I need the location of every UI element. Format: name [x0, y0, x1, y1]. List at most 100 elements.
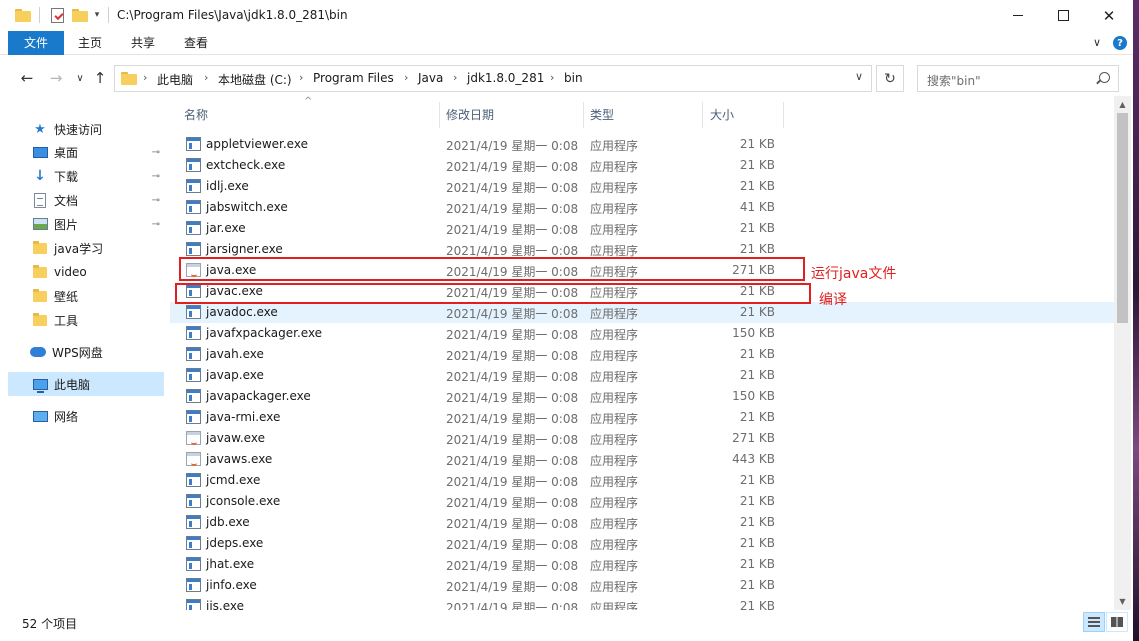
column-divider[interactable] [583, 102, 584, 128]
sidebar-item-this-pc[interactable]: 此电脑 [8, 372, 164, 396]
breadcrumb-local-disk[interactable]: 本地磁盘 (C:) [218, 71, 292, 88]
column-header-date[interactable]: 修改日期 [446, 102, 584, 128]
properties-icon[interactable] [48, 6, 66, 24]
table-row[interactable]: javap.exe 2021/4/19 星期一 0:08 应用程序 21 KB [170, 365, 1114, 386]
recent-locations-button[interactable]: ∨ [69, 66, 91, 90]
scroll-up-icon[interactable]: ▲ [1114, 96, 1131, 113]
scroll-down-icon[interactable]: ▼ [1114, 593, 1131, 610]
column-header-name[interactable]: 名称 [184, 102, 440, 128]
file-size: 21 KB [739, 179, 775, 193]
chevron-right-icon[interactable]: › [204, 71, 208, 84]
table-row[interactable]: javaws.exe 2021/4/19 星期一 0:08 应用程序 443 KB [170, 449, 1114, 470]
table-row[interactable]: idlj.exe 2021/4/19 星期一 0:08 应用程序 21 KB [170, 176, 1114, 197]
table-row[interactable]: jcmd.exe 2021/4/19 星期一 0:08 应用程序 21 KB [170, 470, 1114, 491]
sidebar-item-quick-access[interactable]: ★ 快速访问 [8, 117, 164, 141]
exe-icon [186, 221, 201, 235]
window-title: C:\Program Files\Java\jdk1.8.0_281\bin [117, 8, 348, 22]
table-row[interactable]: jinfo.exe 2021/4/19 星期一 0:08 应用程序 21 KB [170, 575, 1114, 596]
file-date: 2021/4/19 星期一 0:08 [446, 454, 579, 468]
column-header-size[interactable]: 大小 [710, 102, 780, 128]
sidebar-item-tools[interactable]: 工具 [8, 308, 164, 332]
forward-button[interactable]: → [45, 66, 67, 90]
desktop-icon [32, 144, 48, 160]
table-row[interactable]: javaw.exe 2021/4/19 星期一 0:08 应用程序 271 KB [170, 428, 1114, 449]
refresh-button[interactable]: ↻ [876, 65, 904, 92]
table-row[interactable]: jdb.exe 2021/4/19 星期一 0:08 应用程序 21 KB [170, 512, 1114, 533]
customize-quick-access-icon[interactable]: ▾ [90, 6, 104, 24]
address-dropdown-icon[interactable]: ∨ [855, 70, 863, 83]
scrollbar-thumb[interactable] [1117, 113, 1128, 323]
pin-icon: ⊸ [151, 218, 160, 230]
expand-ribbon-icon[interactable]: ∨ [1093, 36, 1101, 49]
search-input[interactable]: 搜索"bin" [917, 65, 1119, 92]
minimize-button[interactable] [995, 0, 1041, 31]
tab-home[interactable]: 主页 [70, 31, 110, 55]
close-button[interactable]: ✕ [1086, 0, 1132, 31]
table-row[interactable]: javah.exe 2021/4/19 星期一 0:08 应用程序 21 KB [170, 344, 1114, 365]
folder-icon [32, 288, 48, 304]
chevron-right-icon[interactable]: › [143, 71, 147, 84]
table-row[interactable]: appletviewer.exe 2021/4/19 星期一 0:08 应用程序 21… [170, 134, 1114, 155]
tab-file[interactable]: 文件 [8, 31, 64, 55]
new-folder-icon[interactable] [71, 6, 89, 24]
sidebar-item-documents[interactable]: 文档 ⊸ [8, 188, 164, 212]
maximize-button[interactable] [1040, 0, 1086, 31]
sidebar-item-downloads[interactable]: ↓ 下载 ⊸ [8, 164, 164, 188]
table-row[interactable]: javadoc.exe 2021/4/19 星期一 0:08 应用程序 21 KB [170, 302, 1114, 323]
annotation-compile: 编译 [819, 292, 847, 308]
sidebar-item-wps-cloud[interactable]: WPS网盘 [8, 340, 164, 364]
table-row[interactable]: jar.exe 2021/4/19 星期一 0:08 应用程序 21 KB [170, 218, 1114, 239]
search-icon[interactable] [1099, 72, 1110, 83]
sidebar-item-java-study[interactable]: java学习 [8, 236, 164, 260]
address-bar[interactable]: › 此电脑 › 本地磁盘 (C:) › Program Files › Java… [114, 65, 872, 92]
sidebar-item-label: 壁纸 [54, 289, 79, 304]
column-header-type[interactable]: 类型 [590, 102, 700, 128]
column-divider[interactable] [783, 102, 784, 128]
vertical-scrollbar[interactable]: ▲ ▼ [1114, 96, 1131, 610]
ribbon-tabs: 文件 主页 共享 查看 ∨ ? [0, 31, 1133, 55]
up-button[interactable]: ↑ [89, 66, 111, 90]
table-row[interactable]: extcheck.exe 2021/4/19 星期一 0:08 应用程序 21 KB [170, 155, 1114, 176]
table-row[interactable]: javapackager.exe 2021/4/19 星期一 0:08 应用程序 15… [170, 386, 1114, 407]
table-row[interactable]: jdeps.exe 2021/4/19 星期一 0:08 应用程序 21 KB [170, 533, 1114, 554]
file-type: 应用程序 [590, 139, 639, 153]
sidebar-item-pictures[interactable]: 图片 ⊸ [8, 212, 164, 236]
sidebar-item-network[interactable]: 网络 [8, 404, 164, 428]
sidebar-item-desktop[interactable]: 桌面 ⊸ [8, 140, 164, 164]
table-row[interactable]: java-rmi.exe 2021/4/19 星期一 0:08 应用程序 21 KB [170, 407, 1114, 428]
sidebar-item-label: 快速访问 [54, 122, 103, 137]
sidebar-item-video[interactable]: video [8, 260, 164, 284]
file-date: 2021/4/19 星期一 0:08 [446, 559, 579, 573]
breadcrumb-this-pc[interactable]: 此电脑 [157, 71, 193, 88]
exe-icon [186, 578, 201, 592]
column-divider[interactable] [702, 102, 703, 128]
download-icon: ↓ [34, 168, 46, 184]
chevron-right-icon[interactable]: › [550, 71, 554, 84]
table-row[interactable]: jabswitch.exe 2021/4/19 星期一 0:08 应用程序 41 KB [170, 197, 1114, 218]
chevron-right-icon[interactable]: › [404, 71, 408, 84]
large-icons-view-button[interactable] [1106, 612, 1128, 632]
sidebar-item-wallpaper[interactable]: 壁纸 [8, 284, 164, 308]
help-icon[interactable]: ? [1113, 36, 1127, 50]
file-name: javah.exe [206, 347, 264, 361]
column-divider[interactable] [439, 102, 440, 128]
file-size: 41 KB [739, 200, 775, 214]
back-button[interactable]: ← [16, 66, 38, 90]
table-row[interactable]: jconsole.exe 2021/4/19 星期一 0:08 应用程序 21 KB [170, 491, 1114, 512]
tab-share[interactable]: 共享 [123, 31, 163, 55]
file-date: 2021/4/19 星期一 0:08 [446, 538, 579, 552]
breadcrumb-jdk[interactable]: jdk1.8.0_281 [467, 71, 544, 85]
file-explorer-window: ▾ C:\Program Files\Java\jdk1.8.0_281\bin… [0, 0, 1133, 641]
details-view-button[interactable] [1083, 612, 1105, 632]
tab-view[interactable]: 查看 [176, 31, 216, 55]
exe-icon [186, 179, 201, 193]
breadcrumb-bin[interactable]: bin [564, 71, 583, 85]
table-row[interactable]: javafxpackager.exe 2021/4/19 星期一 0:08 应用程序… [170, 323, 1114, 344]
file-size: 21 KB [739, 578, 775, 592]
breadcrumb-program-files[interactable]: Program Files [313, 71, 394, 85]
breadcrumb-java[interactable]: Java [418, 71, 443, 85]
table-row[interactable]: jjs.exe 2021/4/19 星期一 0:08 应用程序 21 KB [170, 596, 1114, 610]
chevron-right-icon[interactable]: › [299, 71, 303, 84]
table-row[interactable]: jhat.exe 2021/4/19 星期一 0:08 应用程序 21 KB [170, 554, 1114, 575]
chevron-right-icon[interactable]: › [453, 71, 457, 84]
